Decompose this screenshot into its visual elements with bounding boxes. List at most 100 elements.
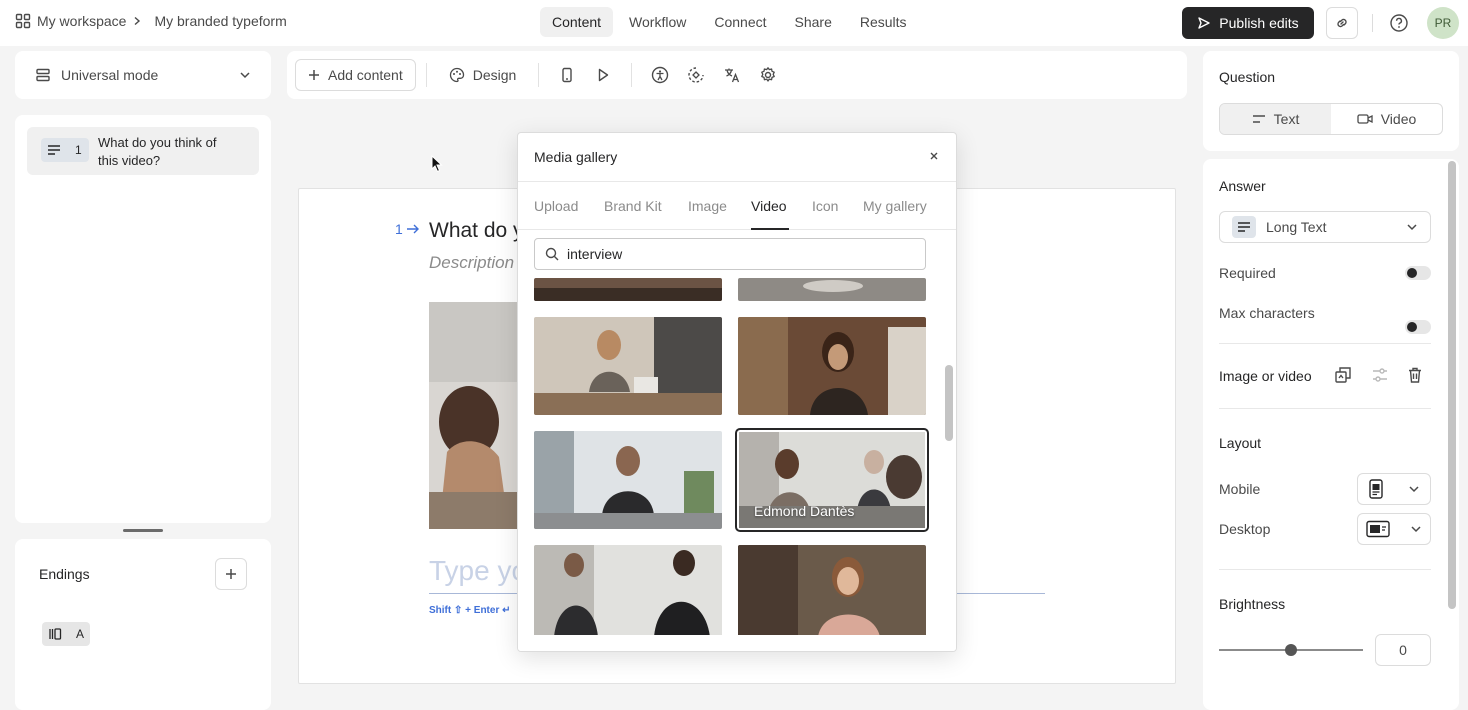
question-settings-panel: Question Text Video <box>1203 51 1459 151</box>
question-list-panel: 1 What do you think of this video? <box>15 115 271 523</box>
plus-icon <box>225 568 237 580</box>
chevron-down-icon <box>1406 221 1418 233</box>
breadcrumb-workspace[interactable]: My workspace <box>37 13 126 29</box>
media-gallery-modal: Media gallery Upload Brand Kit Image Vid… <box>517 132 957 652</box>
video-thumbnail-hovered[interactable]: Edmond Dantès <box>735 428 929 532</box>
tab-image[interactable]: Image <box>688 198 727 214</box>
mobile-layout-select[interactable] <box>1357 473 1431 505</box>
grid-icon[interactable] <box>15 13 31 29</box>
tab-upload[interactable]: Upload <box>534 198 578 214</box>
mode-selector[interactable]: Universal mode <box>15 51 271 99</box>
close-icon[interactable] <box>928 150 940 162</box>
question-list-item[interactable]: 1 What do you think of this video? <box>27 127 259 175</box>
translate-icon[interactable] <box>714 59 750 91</box>
answer-type-select[interactable]: Long Text <box>1219 211 1431 243</box>
video-thumbnail[interactable] <box>534 545 722 637</box>
tab-share[interactable]: Share <box>783 7 844 37</box>
hovered-video-label: Edmond Dantès <box>754 503 855 519</box>
video-thumbnail[interactable] <box>738 545 926 637</box>
media-search[interactable] <box>534 238 926 270</box>
video-thumbnail[interactable] <box>534 317 722 415</box>
image-or-video-label: Image or video <box>1219 368 1312 384</box>
search-input[interactable] <box>567 246 897 262</box>
desktop-layout-select[interactable] <box>1357 513 1431 545</box>
modal-title: Media gallery <box>534 149 618 165</box>
add-content-label: Add content <box>328 67 403 83</box>
answer-settings-panel: Answer Long Text Required Max characters… <box>1203 159 1459 710</box>
question-type-text-label: Text <box>1273 111 1300 127</box>
tab-results[interactable]: Results <box>848 7 919 37</box>
video-thumbnail[interactable] <box>738 278 926 301</box>
tab-icon[interactable]: Icon <box>812 198 838 214</box>
ending-icon <box>48 627 62 641</box>
logic-icon[interactable] <box>678 59 714 91</box>
tab-my-gallery[interactable]: My gallery <box>863 198 927 214</box>
video-thumbnail[interactable] <box>534 431 722 529</box>
question-type-video[interactable]: Video <box>1331 104 1442 134</box>
ending-item[interactable]: A <box>42 622 90 646</box>
desktop-layout-label: Desktop <box>1219 521 1271 537</box>
help-icon[interactable] <box>1389 13 1409 33</box>
mouse-cursor-icon <box>431 155 443 173</box>
tab-video[interactable]: Video <box>751 198 787 214</box>
gallery-tabs: Upload Brand Kit Image Video Icon My gal… <box>518 181 956 230</box>
resize-handle[interactable] <box>123 529 163 532</box>
toolbar-divider <box>425 63 427 87</box>
tab-brand-kit[interactable]: Brand Kit <box>604 198 662 214</box>
question-title[interactable]: What do y <box>429 219 524 243</box>
video-thumbnail[interactable] <box>534 278 722 301</box>
question-media[interactable] <box>429 302 529 529</box>
divider <box>1219 343 1431 344</box>
required-label: Required <box>1219 265 1276 281</box>
copy-link-button[interactable] <box>1326 7 1358 39</box>
adjust-icon[interactable] <box>1371 366 1389 384</box>
question-type-text[interactable]: Text <box>1220 104 1331 134</box>
question-text: What do you think of this video? <box>98 134 217 170</box>
chevron-down-icon <box>239 69 251 81</box>
settings-icon[interactable] <box>750 59 786 91</box>
max-characters-toggle[interactable] <box>1405 320 1431 334</box>
breadcrumb: My workspace My branded typeform <box>15 13 287 29</box>
modal-footer <box>518 635 956 651</box>
publish-button[interactable]: Publish edits <box>1182 7 1314 39</box>
layers-icon <box>35 67 51 83</box>
question-index-number: 1 <box>395 221 403 237</box>
toolbar-divider <box>538 63 540 87</box>
replace-media-icon[interactable] <box>1334 366 1352 384</box>
add-ending-button[interactable] <box>215 558 247 590</box>
question-type-video-label: Video <box>1380 111 1417 127</box>
palette-icon <box>449 67 465 83</box>
trash-icon[interactable] <box>1406 366 1424 384</box>
brightness-input[interactable]: 0 <box>1375 634 1431 666</box>
question-type-badge: 1 <box>41 138 89 162</box>
add-content-button[interactable]: Add content <box>295 59 416 91</box>
breadcrumb-form[interactable]: My branded typeform <box>154 13 286 29</box>
design-button[interactable]: Design <box>437 59 529 91</box>
brightness-slider-thumb[interactable] <box>1285 644 1297 656</box>
text-icon <box>1252 114 1266 124</box>
long-text-icon <box>1232 216 1256 238</box>
video-thumbnail[interactable] <box>738 317 926 415</box>
gallery-scrollbar[interactable] <box>945 365 953 441</box>
required-toggle[interactable] <box>1405 266 1431 280</box>
play-icon[interactable] <box>585 59 621 91</box>
long-text-icon <box>47 144 61 156</box>
mobile-layout-label: Mobile <box>1219 481 1261 497</box>
main-nav: Content Workflow Connect Share Results <box>540 7 919 37</box>
link-icon <box>1334 15 1350 31</box>
accessibility-icon[interactable] <box>642 59 678 91</box>
tab-workflow[interactable]: Workflow <box>617 7 698 37</box>
keyboard-hint: Shift ⇧ + Enter ↵ <box>429 605 511 616</box>
plus-icon <box>308 69 320 81</box>
mobile-preview-icon[interactable] <box>549 59 585 91</box>
answer-type-label: Long Text <box>1266 219 1327 235</box>
video-camera-icon <box>1357 113 1373 125</box>
question-description[interactable]: Description <box>429 253 514 273</box>
avatar[interactable]: PR <box>1427 7 1459 39</box>
settings-scrollbar[interactable] <box>1448 161 1456 609</box>
question-label: Question <box>1219 69 1276 85</box>
tab-content[interactable]: Content <box>540 7 614 37</box>
arrow-right-icon <box>406 223 420 235</box>
toolbar-divider <box>631 63 633 87</box>
tab-connect[interactable]: Connect <box>702 7 778 37</box>
